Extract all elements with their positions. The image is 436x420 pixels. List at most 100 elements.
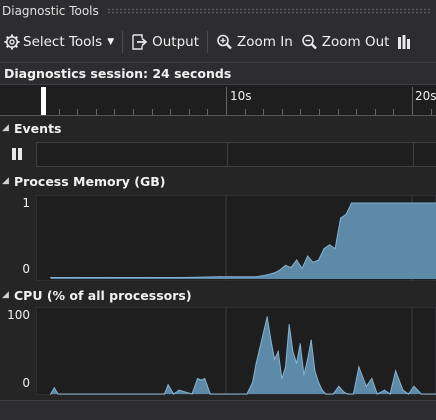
cpu-data-point: [318, 381, 320, 384]
window-title: Diagnostic Tools: [2, 4, 99, 18]
cpu-data-point: [218, 393, 221, 395]
select-tools-button[interactable]: Select Tools ▼: [0, 29, 118, 55]
cpu-data-point: [314, 370, 316, 372]
cpu-data-point: [384, 389, 386, 391]
cpu-data-point: [358, 366, 360, 368]
ruler-minor-tick: [282, 109, 283, 115]
cpu-data-point: [395, 370, 397, 372]
collapse-arrow-icon[interactable]: ◢: [2, 290, 14, 300]
memory-data-point: [318, 259, 320, 261]
memory-data-point: [284, 264, 287, 266]
session-bar: Diagnostics session: 24 seconds: [0, 62, 436, 84]
cpu-data-point: [209, 393, 211, 395]
cpu-data-point: [292, 351, 294, 353]
memory-data-point: [296, 259, 298, 261]
cpu-data-point: [259, 347, 261, 349]
cpu-data-point: [352, 393, 354, 395]
ruler-baseline: [0, 115, 436, 116]
ruler-minor-tick: [393, 109, 394, 115]
cpu-data-point: [277, 351, 279, 353]
cpu-data-point: [266, 316, 268, 318]
session-duration: Diagnostics session: 24 seconds: [4, 66, 232, 81]
output-button[interactable]: Output: [127, 29, 203, 55]
memory-data-point: [145, 276, 147, 279]
events-track[interactable]: [36, 142, 436, 167]
cpu-data-point: [167, 384, 169, 386]
ruler-minor-tick: [207, 109, 208, 115]
toolbar-separator: [122, 31, 124, 53]
memory-graph-area: 1 0: [0, 193, 436, 283]
memory-data-point: [290, 267, 292, 269]
ruler-minor-tick: [300, 109, 301, 115]
cpu-data-point: [325, 393, 327, 395]
memory-data-point: [329, 244, 331, 246]
memory-y-max-label: 1: [22, 196, 30, 210]
cpu-data-point: [284, 366, 287, 368]
cpu-data-point: [178, 389, 180, 391]
cpu-data-point: [371, 378, 373, 380]
collapse-arrow-icon[interactable]: ◢: [2, 123, 14, 133]
memory-data-point: [323, 248, 325, 250]
cpu-graph-area: 100 0: [0, 306, 436, 398]
memory-section-header[interactable]: ◢ Process Memory (GB): [0, 171, 436, 191]
collapse-arrow-icon[interactable]: ◢: [2, 176, 14, 186]
timeline-ruler[interactable]: 10s 20s: [0, 84, 436, 116]
cpu-chart[interactable]: [36, 307, 436, 395]
events-title: Events: [14, 120, 62, 136]
ruler-label-20s: 20s: [415, 89, 436, 103]
memory-chart[interactable]: [36, 195, 436, 281]
cpu-data-point: [376, 393, 378, 395]
cpu-data-point: [108, 393, 110, 395]
cpu-data-point: [145, 393, 147, 395]
zoom-in-icon: [217, 34, 232, 50]
cpu-plot-background: [36, 307, 436, 395]
memory-data-point: [365, 202, 367, 204]
ruler-minor-tick: [114, 109, 115, 115]
cpu-title: CPU (% of all processors): [14, 287, 192, 303]
cpu-data-point: [288, 324, 290, 326]
title-grip[interactable]: [106, 8, 432, 14]
cpu-data-point: [246, 393, 248, 395]
ruler-label-10s: 10s: [230, 89, 252, 103]
memory-data-point: [420, 202, 422, 204]
ruler-minor-tick: [375, 109, 376, 115]
output-icon: [132, 34, 148, 50]
cpu-data-point: [270, 339, 272, 341]
memory-data-point: [218, 276, 221, 278]
timeline-selection-handle[interactable]: [41, 87, 46, 115]
memory-data-point: [279, 269, 281, 271]
cpu-data-point: [237, 393, 239, 395]
events-section-header[interactable]: ◢ Events: [0, 118, 436, 138]
memory-data-point: [108, 276, 110, 279]
events-gridline: [413, 143, 414, 166]
pause-icon[interactable]: [12, 148, 24, 160]
memory-data-point: [402, 202, 404, 204]
ruler-minor-tick: [77, 109, 78, 115]
ruler-minor-tick: [356, 109, 357, 115]
memory-data-point: [356, 202, 358, 204]
cpu-data-point: [407, 393, 410, 395]
select-tools-label: Select Tools: [23, 34, 103, 50]
ruler-minor-tick: [96, 109, 97, 115]
ruler-minor-tick: [133, 109, 134, 115]
reset-view-button[interactable]: [393, 29, 415, 55]
window-title-bar: Diagnostic Tools: [0, 0, 436, 22]
cpu-data-point: [204, 378, 206, 380]
cpu-data-point: [343, 391, 345, 394]
toolbar: Select Tools ▼ Output Zoom In Zoom Out: [0, 22, 436, 62]
memory-data-point: [312, 261, 314, 263]
cpu-data-point: [365, 385, 367, 387]
zoom-out-button[interactable]: Zoom Out: [297, 29, 394, 55]
cpu-section-header[interactable]: ◢ CPU (% of all processors): [0, 285, 436, 305]
events-row: [0, 140, 436, 169]
gear-icon: [4, 34, 20, 50]
cpu-data-point: [303, 374, 305, 376]
zoom-in-button[interactable]: Zoom In: [212, 29, 297, 55]
cpu-data-point: [251, 381, 254, 384]
cpu-data-point: [281, 378, 283, 380]
cpu-data-point: [329, 393, 331, 395]
cpu-data-point: [262, 331, 265, 333]
memory-title: Process Memory (GB): [14, 173, 166, 189]
ruler-major-tick-10s: [226, 87, 227, 115]
cpu-data-point: [338, 385, 340, 387]
